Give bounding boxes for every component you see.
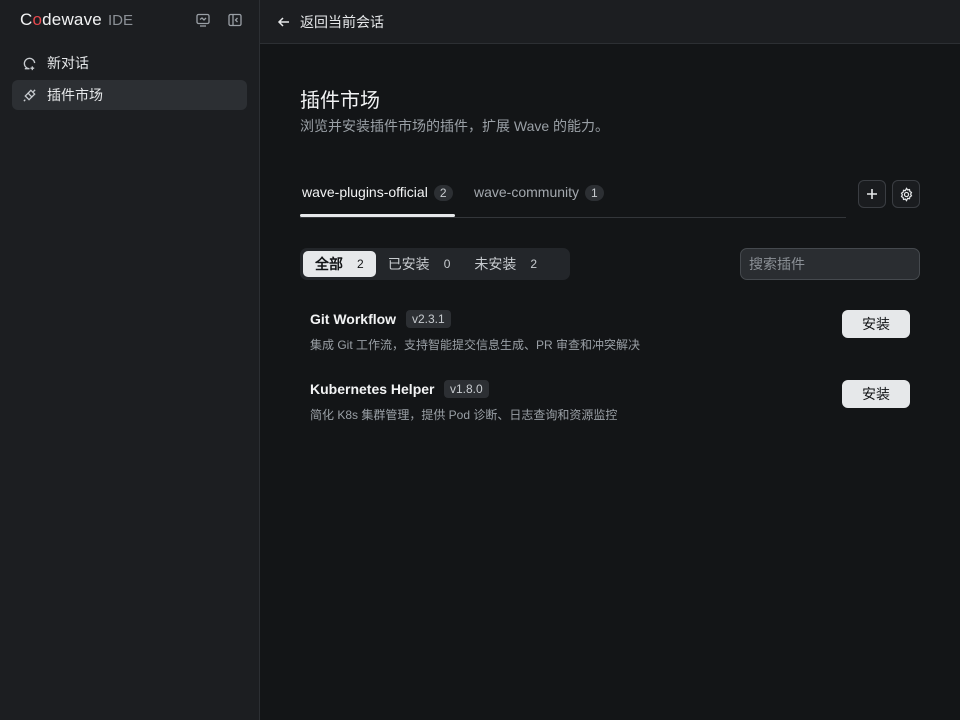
filter-label: 未安装 bbox=[474, 256, 517, 272]
plus-icon bbox=[867, 189, 877, 199]
sidebar-nav: 新对话 插件市场 bbox=[12, 48, 247, 112]
page-title: 插件市场 bbox=[300, 90, 380, 112]
brand-tag: IDE bbox=[107, 12, 133, 29]
install-status-filter: 全部 2 已安装 0 未安装 2 bbox=[300, 248, 570, 280]
back-to-session-link[interactable]: 返回当前会话 bbox=[300, 12, 384, 32]
brand[interactable]: Codewave IDE bbox=[20, 10, 133, 32]
monitor-icon[interactable] bbox=[194, 11, 212, 29]
filter-label: 全部 bbox=[315, 256, 343, 272]
marketplace-tabs: wave-plugins-official 2 wave-community 1 bbox=[300, 174, 846, 218]
filter-label: 已安装 bbox=[387, 256, 430, 272]
plugin-icon bbox=[23, 88, 36, 102]
install-button[interactable]: 安装 bbox=[842, 380, 910, 408]
tab-label: wave-plugins-official bbox=[302, 184, 428, 200]
plugin-version-badge: v2.3.1 bbox=[406, 310, 451, 328]
tab-count: 1 bbox=[585, 185, 604, 201]
tab-active-indicator bbox=[300, 214, 455, 217]
tab-wave-plugins-official[interactable]: wave-plugins-official 2 bbox=[302, 184, 453, 217]
topbar: 返回当前会话 bbox=[260, 0, 960, 44]
brand-logo: Codewave bbox=[20, 10, 102, 29]
sidebar: Codewave IDE 新对话 插件市场 bbox=[0, 0, 260, 720]
new-chat-icon bbox=[23, 57, 36, 70]
filter-installed[interactable]: 已安装 0 bbox=[376, 251, 463, 277]
plugin-item-kubernetes-helper: Kubernetes Helper v1.8.0 简化 K8s 集群管理，提供 … bbox=[310, 380, 910, 431]
plugin-item-git-workflow: Git Workflow v2.3.1 集成 Git 工作流，支持智能提交信息生… bbox=[310, 310, 910, 361]
filter-not-installed[interactable]: 未安装 2 bbox=[462, 251, 549, 277]
plugin-version-badge: v1.8.0 bbox=[444, 380, 489, 398]
plugin-name: Git Workflow bbox=[310, 311, 397, 327]
tab-count: 2 bbox=[433, 185, 453, 201]
install-button[interactable]: 安装 bbox=[842, 310, 910, 338]
add-marketplace-button[interactable] bbox=[858, 180, 886, 208]
gear-icon bbox=[900, 186, 912, 202]
sidebar-item-new-chat[interactable]: 新对话 bbox=[12, 48, 247, 78]
plugin-description: 集成 Git 工作流，支持智能提交信息生成、PR 审查和冲突解决 bbox=[310, 338, 641, 352]
tab-label: wave-community bbox=[474, 184, 580, 200]
plugin-name: Kubernetes Helper bbox=[310, 381, 435, 397]
sidebar-item-plugin-market[interactable]: 插件市场 bbox=[12, 80, 247, 110]
arrow-left-icon[interactable] bbox=[276, 14, 292, 30]
filter-all[interactable]: 全部 2 bbox=[303, 251, 376, 277]
sidebar-item-label: 新对话 bbox=[47, 55, 89, 71]
filter-count: 0 bbox=[443, 257, 451, 271]
main-content: 插件市场 浏览并安装插件市场的插件，扩展 Wave 的能力。 wave-plug… bbox=[260, 44, 960, 720]
marketplace-settings-button[interactable] bbox=[892, 180, 920, 208]
search-input[interactable] bbox=[740, 248, 920, 280]
collapse-sidebar-icon[interactable] bbox=[226, 11, 244, 29]
filter-count: 2 bbox=[357, 257, 364, 271]
tab-wave-community[interactable]: wave-community 1 bbox=[474, 184, 604, 217]
sidebar-item-label: 插件市场 bbox=[47, 87, 103, 103]
plugin-description: 简化 K8s 集群管理，提供 Pod 诊断、日志查询和资源监控 bbox=[310, 408, 618, 422]
page-subtitle: 浏览并安装插件市场的插件，扩展 Wave 的能力。 bbox=[300, 118, 610, 134]
filter-count: 2 bbox=[530, 257, 538, 271]
